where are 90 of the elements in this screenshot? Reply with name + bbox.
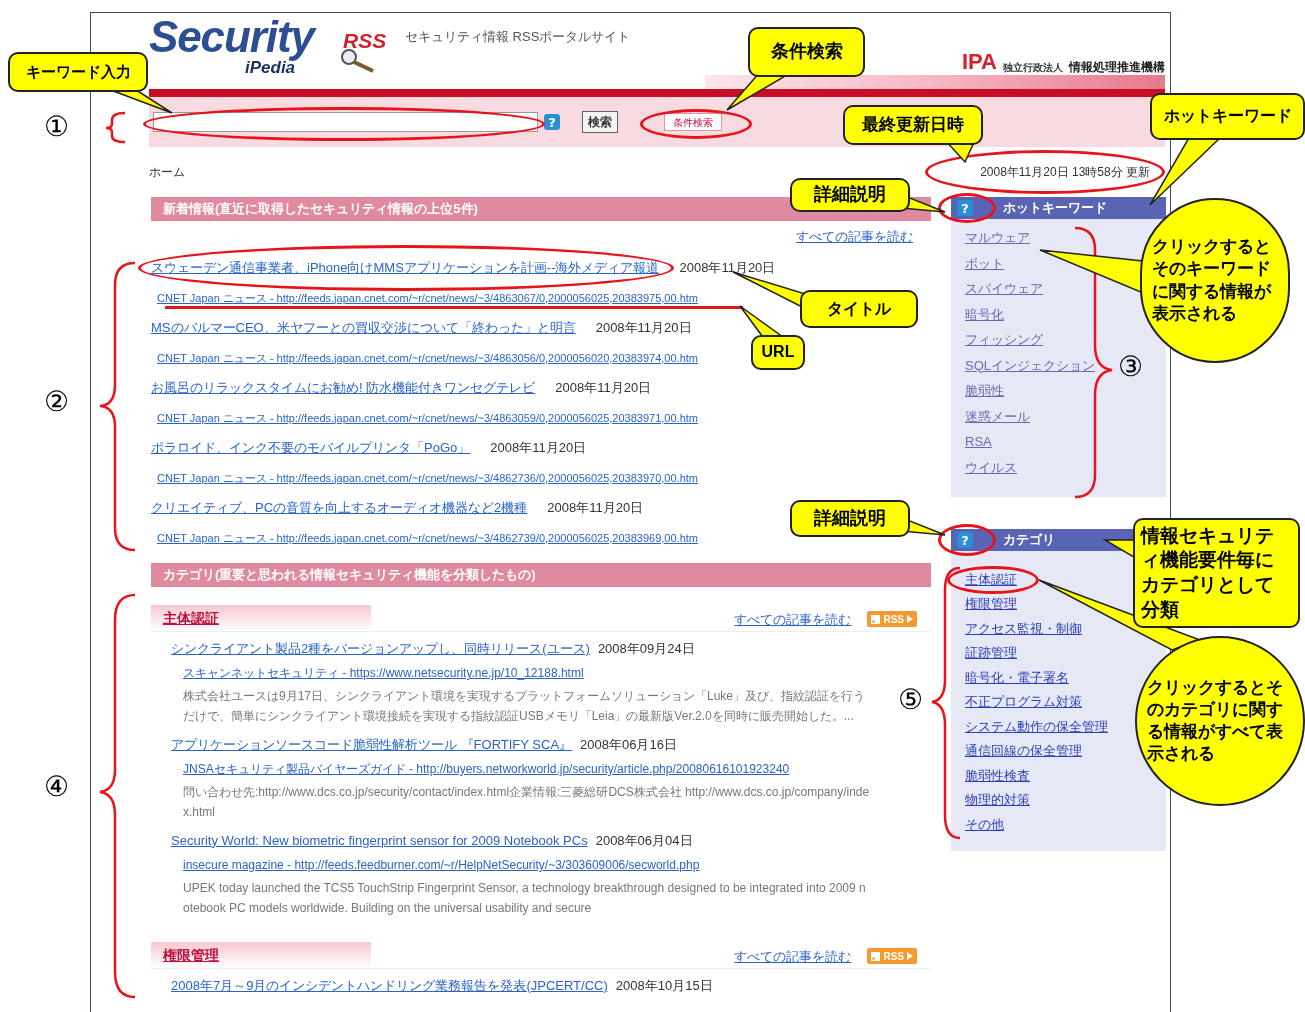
callout: ホットキーワード	[1150, 93, 1305, 140]
section-marker: ③	[1118, 353, 1143, 381]
section-marker: ①	[44, 113, 69, 141]
category-link[interactable]: アクセス監視・制御	[965, 618, 1082, 638]
magnifier-icon	[339, 49, 377, 73]
article-url-link[interactable]: スキャンネットセキュリティ - https://www.netsecurity.ne.jp/10_12188.html	[183, 664, 584, 682]
arrow-icon	[907, 615, 913, 624]
read-all-link[interactable]: すべての記事を読む	[734, 946, 852, 966]
article-summary: 株式会社ユースは9月17日、シンクライアント環境を実現するプラットフォームソリューション「Luke」及び、指紋認証を行うだけで、簡単にシンクライアント環境接続を実現する指紋認証USBメモリ「Leia」の最新版Ver.2.0を同時に販売開始した。...	[182, 688, 867, 725]
article-summary: UPEK today launched the TCS5 TouchStrip Fingerprint Sensor, a technology breakthrough designed to be integrated into 2009 notebook PC models worldwide. Building on the universal usability and secure	[182, 880, 867, 917]
section-marker: ②	[44, 388, 69, 416]
category-title: 権限管理	[163, 945, 219, 965]
keyword-link[interactable]: 脆弱性	[965, 381, 1004, 401]
article-summary: 問い合わせ先:http://www.dcs.co.jp/security/contact/index.html企業情報:三菱総研DCS株式会社 http://www.dcs.co.jp/company/index.html	[182, 784, 871, 821]
logo-rss: RSS	[343, 28, 387, 54]
keyword-link[interactable]: ウイルス	[965, 457, 1017, 477]
help-icon[interactable]: ?	[957, 200, 973, 216]
last-updated: 2008年11月20日 13時58分 更新	[980, 164, 1150, 181]
keyword-link[interactable]: スパイウェア	[965, 279, 1043, 299]
category-link[interactable]: 主体認証	[965, 569, 1017, 589]
article-title-link[interactable]: ポラロイド、インク不要のモバイルプリンタ「PoGo」	[151, 438, 471, 458]
article-title-link[interactable]: スウェーデン通信事業者、iPhone向けMMSアプリケーションを計画--海外メディア報道	[151, 258, 660, 278]
read-all-link[interactable]: すべての記事を読む	[734, 609, 852, 629]
article-date: 2008年11月20日	[555, 379, 652, 398]
keyword-link[interactable]: RSA	[965, 432, 992, 452]
category-link[interactable]: 証跡管理	[965, 643, 1017, 663]
tagline: セキュリティ情報 RSSポータルサイト	[405, 28, 631, 46]
article-title-link[interactable]: Security World: New biometric fingerprint sensor for 2009 Notebook PCs	[171, 830, 588, 850]
callout: クリックするとそのカテゴリに関する情報がすべて表示される	[1135, 636, 1305, 806]
section-heading: 新着情報(直近に取得したセキュリティ情報の上位5件)	[163, 200, 478, 219]
feed-icon	[871, 614, 881, 624]
section-marker: ⑤	[898, 686, 923, 714]
category-link[interactable]: 脆弱性検査	[965, 765, 1030, 785]
article-date: 2008年10月15日	[615, 976, 713, 995]
section-heading: カテゴリ(重要と思われる情報セキュリティ機能を分類したもの)	[163, 566, 536, 585]
read-all-link[interactable]: すべての記事を読む	[796, 227, 913, 247]
article-url-link[interactable]: CNET Japan ニュース - http://feeds.japan.cnet.com/~r/cnet/news/~3/4862739/0,2000056025,20383969,00.htm	[157, 529, 698, 547]
arrow-icon	[907, 952, 913, 961]
help-icon[interactable]: ?	[544, 114, 560, 130]
callout: タイトル	[800, 290, 918, 328]
org-logo: IPA	[961, 51, 997, 73]
article-date: 2008年11月20日	[547, 499, 644, 518]
org-name: 情報処理推進機構	[1069, 61, 1165, 73]
category-link[interactable]: 物理的対策	[965, 790, 1030, 810]
article-title-link[interactable]: シンクライアント製品2種をバージョンアップし、同時リリース(ユース)	[171, 638, 590, 658]
article-url-link[interactable]: CNET Japan ニュース - http://feeds.japan.cnet.com/~r/cnet/news/~3/4863056/0,2000056020,20383974,00.htm	[157, 349, 698, 367]
curly-brace	[104, 111, 126, 144]
article-url-link[interactable]: CNET Japan ニュース - http://feeds.japan.cnet.com/~r/cnet/news/~3/4862736/0,2000056025,20383970,00.htm	[157, 469, 698, 487]
article-title-link[interactable]: アプリケーションソースコード脆弱性解析ツール 『FORTIFY SCA』	[171, 734, 573, 754]
category-link[interactable]: 通信回線の保全管理	[965, 741, 1082, 761]
keyword-link[interactable]: マルウェア	[965, 228, 1030, 248]
category-title: 主体認証	[163, 608, 219, 628]
article-url-link[interactable]: JNSAセキュリティ製品バイヤーズガイド - http://buyers.networkworld.jp/security/article.php/20080616101923240	[183, 760, 790, 778]
article-date: 2008年09月24日	[597, 639, 695, 658]
article-date: 2008年11月20日	[595, 319, 692, 338]
article-url-link[interactable]: CNET Japan ニュース - http://feeds.japan.cnet.com/~r/cnet/news/~3/4863059/0,2000056025,20383971,00.htm	[157, 409, 698, 427]
category-link[interactable]: 不正プログラム対策	[965, 692, 1082, 712]
feed-icon	[871, 951, 881, 961]
article-title-link[interactable]: クリエイティブ、PCの音質を向上するオーディオ機器など2機種	[151, 498, 528, 518]
rss-label: RSS	[883, 949, 904, 964]
callout: 情報セキュリティ機能要件毎にカテゴリとして分類	[1133, 518, 1300, 628]
breadcrumb[interactable]: ホーム	[149, 163, 185, 181]
keyword-link[interactable]: SQLインジェクション	[965, 355, 1095, 375]
article-title-link[interactable]: お風呂のリラックスタイムにお勧め! 防水機能付きワンセグテレビ	[151, 378, 536, 398]
article-date: 2008年11月20日	[490, 439, 587, 458]
keyword-link[interactable]: 暗号化	[965, 304, 1004, 324]
article-date: 2008年11月20日	[679, 259, 776, 278]
article-title-link[interactable]: 2008年7月～9月のインシデントハンドリング業務報告を発表(JPCERT/CC)	[171, 975, 608, 995]
category-link[interactable]: システム動作の保全管理	[965, 716, 1108, 736]
category-link[interactable]: 暗号化・電子署名	[965, 667, 1069, 687]
help-icon[interactable]: ?	[957, 532, 973, 548]
keyword-link[interactable]: 迷惑メール	[965, 406, 1030, 426]
sidebar-heading: ホットキーワード	[1003, 199, 1107, 218]
org-type: 独立行政法人	[1003, 63, 1063, 73]
article-url-link[interactable]: CNET Japan ニュース - http://feeds.japan.cnet.com/~r/cnet/news/~3/4863067/0,2000056025,20383975,00.htm	[157, 289, 698, 307]
article-url-link[interactable]: insecure magazine - http://feeds.feedburner.com/~r/HelpNetSecurity/~3/303609006/secworld.php	[183, 856, 700, 874]
article-date: 2008年06月16日	[580, 735, 677, 754]
keyword-link[interactable]: ボット	[965, 253, 1004, 273]
callout: URL	[751, 335, 805, 370]
sidebar-heading: カテゴリ	[1003, 531, 1055, 550]
advanced-search-button[interactable]: 条件検索	[664, 113, 722, 131]
search-button[interactable]: 検索	[582, 111, 618, 133]
search-field[interactable]	[153, 112, 538, 132]
category-link[interactable]: その他	[965, 814, 1004, 834]
section-marker: ④	[44, 773, 69, 801]
keyword-link[interactable]: フィッシング	[965, 330, 1043, 350]
category-link[interactable]: 権限管理	[965, 594, 1017, 614]
rss-label: RSS	[883, 612, 904, 627]
article-title-link[interactable]: MSのバルマーCEO、米ヤフーとの買収交渉について「終わった」と明言	[151, 318, 576, 338]
article-date: 2008年06月04日	[595, 831, 693, 850]
